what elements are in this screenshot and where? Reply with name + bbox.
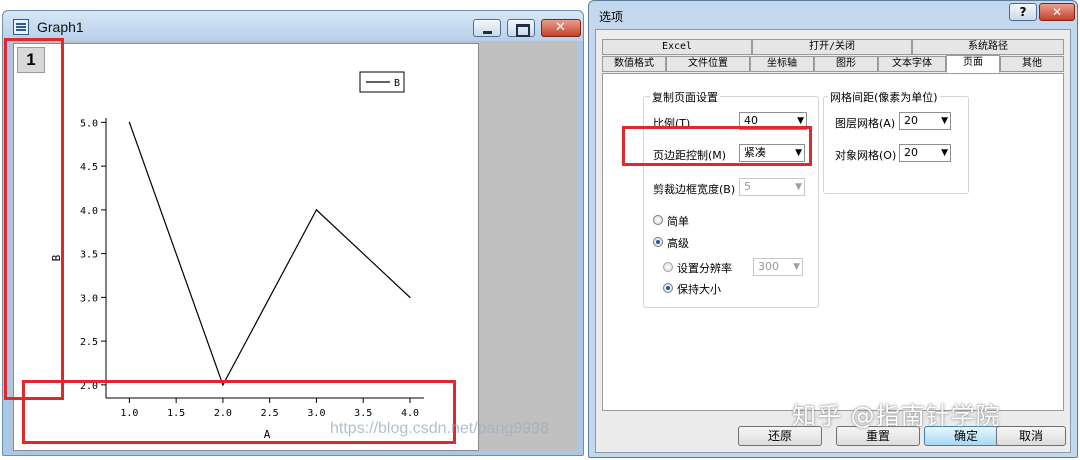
y-tick-label: 2.5 [80,337,98,348]
layer-grid-label: 图层网格(A) [835,117,896,130]
options-dialog: 选项 ? ✕ Excel 打开/关闭 系统路径 数值格式 文件位置 坐标轴 图形… [588,0,1078,458]
tab-open-close[interactable]: 打开/关闭 [752,39,912,55]
dialog-titlebar[interactable]: 选项 ? ✕ [589,1,1077,27]
data-point [128,121,130,123]
cancel-button[interactable]: 取消 [996,426,1066,446]
annotation-box-left-margin [4,38,64,400]
minimize-button[interactable] [473,19,501,37]
dialog-title: 选项 [599,10,624,24]
data-point [409,296,411,298]
crop-border-width-label: 剪裁边框宽度(B) [653,183,736,196]
tab-page[interactable]: 页面 [946,55,1000,73]
help-button[interactable]: ? [1009,3,1037,21]
dialog-body: Excel 打开/关闭 系统路径 数值格式 文件位置 坐标轴 图形 文本字体 页… [595,29,1071,453]
data-point [315,209,318,211]
tab-excel[interactable]: Excel [602,39,752,55]
series-line-B [128,122,411,387]
grid-spacing-title: 网格间距(像素为单位) [828,89,940,105]
radio-advanced-label: 高级 [667,237,689,250]
layer-grid-combo[interactable]: 20 ▼ [899,112,951,130]
graph-window-title: Graph1 [37,19,84,35]
annotation-box-margin-control [622,126,812,166]
object-grid-label: 对象网格(O) [835,149,897,162]
y-tick-label: 4.5 [80,162,98,173]
zhihu-watermark: 知乎 @指南针学院 [792,402,1001,430]
object-grid-combo[interactable]: 20 ▼ [899,144,951,162]
radio-advanced[interactable] [653,237,663,247]
tab-other[interactable]: 其他 [1000,56,1064,72]
tab-graph[interactable]: 图形 [814,56,878,72]
graph-window-icon [13,19,29,35]
tab-numeric-format[interactable]: 数值格式 [602,56,666,72]
csdn-watermark: https://blog.csdn.net/pang9998 [330,420,549,437]
copy-page-settings-title: 复制页面设置 [650,89,720,105]
radio-keep-size-label: 保持大小 [677,283,721,296]
y-tick-label: 4.0 [80,206,98,217]
chevron-down-icon: ▼ [795,182,802,192]
dpi-combo: 300 ▼ [753,258,803,276]
y-tick-label: 3.0 [80,293,98,304]
maximize-button[interactable] [507,19,535,37]
radio-keep-size[interactable] [663,283,673,293]
radio-set-dpi-label: 设置分辨率 [677,262,732,275]
chevron-down-icon: ▼ [941,148,948,158]
crop-border-width-combo: 5 ▼ [739,178,805,196]
radio-simple[interactable] [653,215,663,225]
y-tick-label: 3.5 [80,250,98,261]
close-button[interactable] [541,19,581,37]
chevron-down-icon: ▼ [793,262,800,272]
graph-titlebar[interactable]: Graph1 [3,11,583,41]
tab-system-path[interactable]: 系统路径 [912,39,1064,55]
tab-axes[interactable]: 坐标轴 [750,56,814,72]
page-tab-panel: 复制页面设置 比例(T) 40 ▼ 页边距控制(M) 紧凑 ▼ 剪裁边框宽度(B) … [602,73,1064,411]
radio-set-dpi[interactable] [663,262,673,272]
dialog-close-button[interactable]: ✕ [1039,3,1075,21]
y-tick-label: 5.0 [80,118,98,129]
tab-file-location[interactable]: 文件位置 [666,56,750,72]
tab-text-font[interactable]: 文本字体 [878,56,946,72]
chevron-down-icon: ▼ [941,116,948,126]
radio-simple-label: 简单 [667,215,689,228]
legend-label: B [394,78,400,89]
